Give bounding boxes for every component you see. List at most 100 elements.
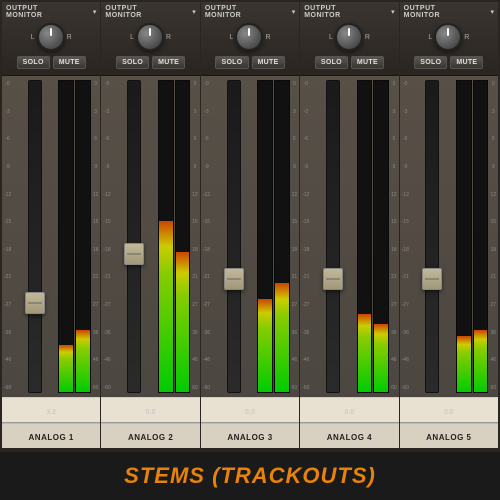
header-top-analog2: OUTPUT MONITOR ▾	[105, 5, 195, 19]
fader-section-analog1	[13, 80, 56, 393]
scale-label2-analog3: 18	[292, 248, 298, 253]
scale-label2-analog4: 18	[391, 248, 397, 253]
channel-name-text-analog2: ANALOG 2	[128, 433, 173, 442]
channel-name-bar-analog3: 0.0	[201, 397, 299, 423]
knob-analog2[interactable]	[136, 23, 164, 51]
scale-label-analog2: -36	[103, 331, 110, 336]
lr-left-analog1: L	[31, 34, 35, 41]
solo-button-analog1[interactable]: SOLO	[17, 56, 50, 69]
meter-section-analog3	[257, 80, 289, 393]
scale-label-analog2: -60	[103, 386, 110, 391]
scale-label2-analog5: 0	[492, 82, 495, 87]
lr-left-analog4: L	[329, 34, 333, 41]
lr-right-analog2: R	[166, 34, 171, 41]
meter-bar-left-analog4	[357, 80, 373, 393]
scale-label2-analog2: 18	[192, 248, 198, 253]
knob-analog5[interactable]	[434, 23, 462, 51]
scale-label-analog1: -3	[5, 110, 9, 115]
scale-label-analog4: -36	[302, 331, 309, 336]
scale-label-analog1: -15	[4, 220, 11, 225]
dropdown-arrow-analog1[interactable]: ▾	[93, 8, 97, 16]
mute-button-analog1[interactable]: MUTE	[53, 56, 86, 69]
meter-fill-left-analog3	[258, 299, 272, 392]
mute-button-analog2[interactable]: MUTE	[152, 56, 185, 69]
output-label-analog4: OUTPUT	[304, 5, 336, 12]
meter-bar-right-analog5	[473, 80, 489, 393]
value-display-analog1: 3.2	[46, 409, 56, 416]
channel-strip-analog3: OUTPUT MONITOR ▾ L R SOLO MUTE -0-3-6-9-…	[201, 2, 300, 448]
scale-label2-analog2: 0	[194, 82, 197, 87]
scale-label2-analog2: 6	[194, 137, 197, 142]
mute-button-analog3[interactable]: MUTE	[252, 56, 285, 69]
scale-label2-analog3: 36	[292, 331, 298, 336]
scale-label2-analog4: 12	[391, 193, 397, 198]
mute-button-analog5[interactable]: MUTE	[450, 56, 483, 69]
channel-header-analog5: OUTPUT MONITOR ▾ L R SOLO MUTE	[400, 2, 498, 76]
scale-label-analog3: -9	[204, 165, 208, 170]
fader-handle-analog3[interactable]	[224, 268, 244, 290]
fader-handle-analog2[interactable]	[124, 243, 144, 265]
scale-label-analog2: -12	[103, 193, 110, 198]
header-top-analog4: OUTPUT MONITOR ▾	[304, 5, 394, 19]
scale-label2-analog1: 6	[94, 137, 97, 142]
fader-track-analog1[interactable]	[28, 80, 42, 393]
scale-label-analog5: -0	[403, 82, 407, 87]
dropdown-arrow-analog4[interactable]: ▾	[391, 8, 395, 16]
stems-label: STEMS (TRACKOUTS)	[124, 463, 376, 489]
solo-mute-row-analog5: SOLO MUTE	[414, 53, 483, 72]
fader-handle-analog5[interactable]	[422, 268, 442, 290]
solo-button-analog2[interactable]: SOLO	[116, 56, 149, 69]
fader-handle-analog4[interactable]	[323, 268, 343, 290]
channel-name-text-analog1: ANALOG 1	[29, 433, 74, 442]
scale-label2-analog4: 60	[391, 386, 397, 391]
dropdown-arrow-analog2[interactable]: ▾	[192, 8, 196, 16]
scale-label2-analog5: 3	[492, 110, 495, 115]
meter-bar-left-analog3	[257, 80, 273, 393]
fader-handle-analog1[interactable]	[25, 292, 45, 314]
meter-fill-right-analog2	[176, 252, 190, 392]
lr-right-analog1: R	[67, 34, 72, 41]
scale-label2-analog3: 3	[293, 110, 296, 115]
scale-label-analog3: -12	[203, 193, 210, 198]
analog-name-bar-analog4: ANALOG 4	[300, 423, 398, 448]
fader-track-analog4[interactable]	[326, 80, 340, 393]
scale-label-analog2: -6	[105, 137, 109, 142]
scale-label-analog1: -27	[4, 303, 11, 308]
solo-button-analog3[interactable]: SOLO	[215, 56, 248, 69]
scale-label-analog2: -0	[105, 82, 109, 87]
scale-label2-analog4: 0	[392, 82, 395, 87]
output-label-analog1: OUTPUT	[6, 5, 38, 12]
channel-name-bar-analog2: 0.0	[101, 397, 199, 423]
knob-analog1[interactable]	[37, 23, 65, 51]
solo-button-analog4[interactable]: SOLO	[315, 56, 348, 69]
fader-track-analog2[interactable]	[127, 80, 141, 393]
knob-analog3[interactable]	[235, 23, 263, 51]
fader-track-analog5[interactable]	[425, 80, 439, 393]
dropdown-arrow-analog5[interactable]: ▾	[491, 8, 495, 16]
fader-section-analog5	[411, 80, 454, 393]
mute-button-analog4[interactable]: MUTE	[351, 56, 384, 69]
scale-label-analog4: -60	[302, 386, 309, 391]
scale-label-analog4: -0	[304, 82, 308, 87]
scale-label2-analog5: 15	[490, 220, 496, 225]
analog-name-bar-analog2: ANALOG 2	[101, 423, 199, 448]
meter-bar-left-analog5	[456, 80, 472, 393]
scale-label-analog1: -9	[5, 165, 9, 170]
header-top-analog1: OUTPUT MONITOR ▾	[6, 5, 96, 19]
scale-label2-analog5: 46	[490, 358, 496, 363]
channel-name-bar-analog1: 3.2	[2, 397, 100, 423]
meter-bar-left-analog2	[158, 80, 174, 393]
channel-name-text-analog5: ANALOG 5	[426, 433, 471, 442]
solo-button-analog5[interactable]: SOLO	[414, 56, 447, 69]
dropdown-arrow-analog3[interactable]: ▾	[292, 8, 296, 16]
fader-track-analog3[interactable]	[227, 80, 241, 393]
analog-name-bar-analog3: ANALOG 3	[201, 423, 299, 448]
scale-label-analog3: -27	[203, 303, 210, 308]
scale-label-analog2: -3	[105, 110, 109, 115]
lr-right-analog4: R	[365, 34, 370, 41]
meter-bar-right-analog4	[373, 80, 389, 393]
scale-label2-analog2: 36	[192, 331, 198, 336]
scale-label2-analog1: 27	[93, 303, 99, 308]
knob-analog4[interactable]	[335, 23, 363, 51]
scale-label-analog4: -12	[302, 193, 309, 198]
